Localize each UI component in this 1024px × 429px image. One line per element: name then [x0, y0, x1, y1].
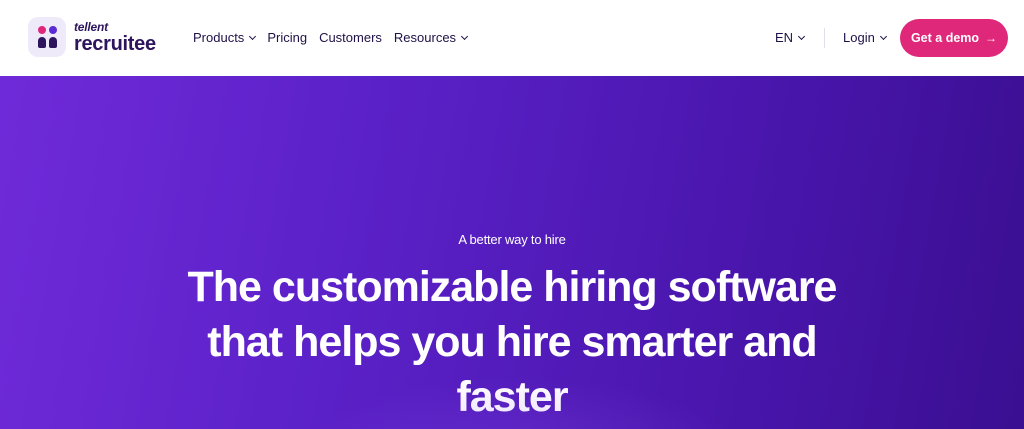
nav-products-label: Products [193, 30, 245, 45]
chevron-down-icon [249, 32, 257, 40]
nav-pricing-label: Pricing [267, 30, 308, 45]
language-selector[interactable]: EN [775, 30, 806, 45]
chevron-down-icon [798, 32, 806, 40]
nav-products[interactable]: Products [193, 30, 257, 45]
hero-eyebrow: A better way to hire [458, 232, 566, 247]
logo-text-recruitee: recruitee [74, 32, 156, 55]
hero-section: A better way to hire The customizable hi… [0, 76, 1024, 429]
login-label: Login [843, 30, 875, 45]
nav-customers-label: Customers [319, 30, 382, 45]
logo-icon [28, 17, 66, 57]
nav-customers[interactable]: Customers [319, 30, 382, 45]
chevron-down-icon [461, 32, 469, 40]
brand-logo[interactable]: tellent recruitee [28, 17, 156, 57]
main-nav: Products Pricing Customers Resources [193, 30, 479, 45]
logo-wordmark: tellent recruitee [74, 21, 156, 54]
nav-resources-label: Resources [393, 30, 457, 45]
get-demo-button[interactable]: Get a demo → [900, 19, 1008, 57]
hero-headline: The customizable hiring software that he… [187, 263, 838, 421]
nav-resources[interactable]: Resources [393, 30, 469, 45]
chevron-down-icon [879, 32, 887, 40]
arrow-right-icon: → [985, 31, 998, 45]
nav-divider [824, 28, 825, 48]
logo-text-tellent: tellent [74, 19, 108, 34]
language-label: EN [775, 30, 794, 45]
login-menu[interactable]: Login [843, 30, 887, 45]
get-demo-label: Get a demo [910, 31, 980, 45]
top-navbar: tellent recruitee Products Pricing Custo… [0, 0, 1024, 76]
nav-pricing[interactable]: Pricing [267, 30, 307, 45]
